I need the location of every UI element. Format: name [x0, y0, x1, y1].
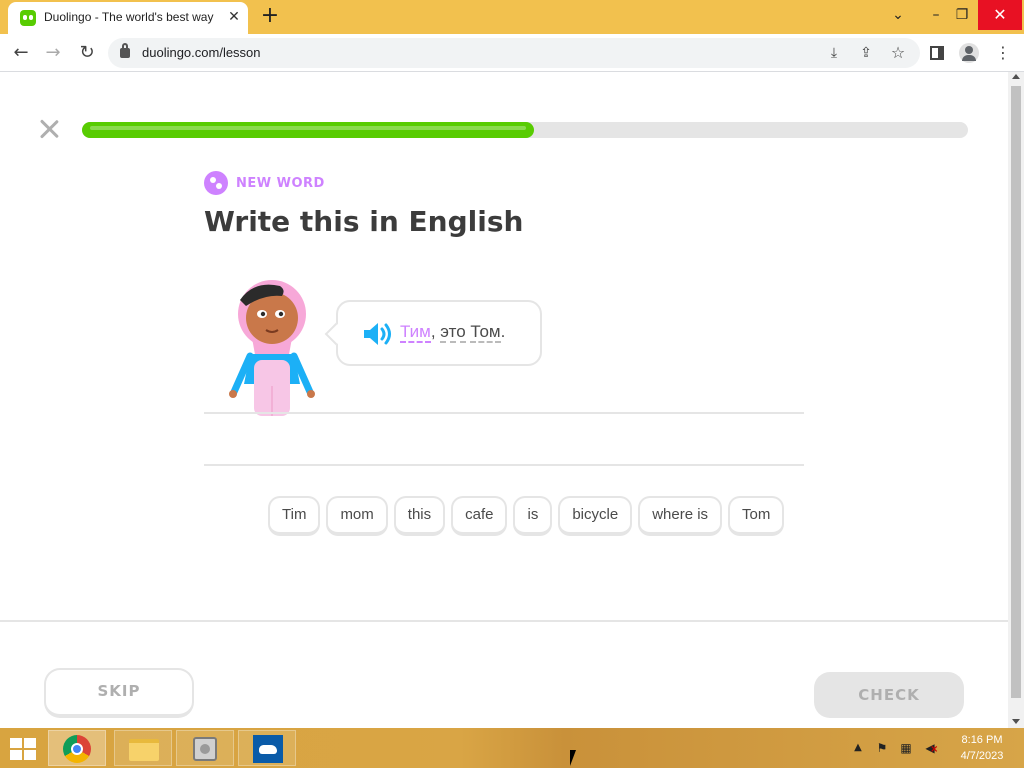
system-clock[interactable]: 8:16 PM 4/7/2023 — [950, 732, 1014, 764]
app-icon — [193, 737, 217, 761]
profile-avatar-icon[interactable] — [958, 42, 980, 64]
lesson-page: NEW WORD Write this in English Тим, это … — [0, 72, 1008, 728]
word-tile[interactable]: Tim — [268, 496, 321, 536]
prompt-word-new[interactable]: Тим — [400, 322, 431, 343]
skip-button[interactable]: SKIP — [44, 668, 194, 718]
window-close-button[interactable]: ✕ — [978, 0, 1022, 30]
lesson-progress-fill — [82, 122, 534, 138]
new-tab-button[interactable]: + — [258, 5, 282, 29]
word-tile[interactable]: cafe — [451, 496, 508, 536]
show-hidden-icons-icon[interactable]: ▲ — [850, 740, 866, 756]
word-tile[interactable]: mom — [326, 496, 388, 536]
windows-taskbar: ▲ ⚑ ▦ ◀ 8:16 PM 4/7/2023 — [0, 728, 1024, 768]
onedrive-cloud-icon — [253, 735, 283, 763]
prompt-word[interactable]: Том — [470, 322, 501, 343]
tab-search-icon[interactable]: ⌄ — [882, 0, 914, 30]
chrome-menu-icon[interactable]: ⋮ — [992, 42, 1014, 64]
prompt-word[interactable]: это — [440, 322, 466, 343]
clock-date: 4/7/2023 — [960, 750, 1004, 762]
reload-button[interactable]: ↻ — [74, 40, 100, 66]
windows-start-icon[interactable] — [6, 736, 38, 760]
check-button[interactable]: CHECK — [814, 672, 964, 718]
prompt-speech-bubble: Тим, это Том. — [336, 300, 542, 366]
browser-tab-duolingo[interactable]: Duolingo - The world's best way ✕ — [8, 2, 248, 34]
answer-line — [204, 464, 804, 466]
taskbar-file-explorer[interactable] — [114, 730, 172, 766]
bookmark-star-icon[interactable]: ☆ — [888, 43, 908, 63]
new-word-badge: NEW WORD — [236, 176, 325, 191]
mouse-cursor-icon — [570, 750, 576, 766]
restore-button[interactable]: ❐ — [946, 0, 978, 30]
taskbar-chrome[interactable] — [48, 730, 106, 766]
taskbar-app[interactable] — [176, 730, 234, 766]
character-illustration — [229, 280, 315, 416]
prompt-sentence: Тим, это Том. — [400, 322, 506, 343]
share-icon[interactable]: ⇪ — [856, 43, 876, 63]
word-tile[interactable]: where is — [638, 496, 723, 536]
word-tile[interactable]: is — [513, 496, 553, 536]
close-lesson-icon[interactable] — [38, 118, 60, 140]
challenge-instruction: Write this in English — [204, 205, 524, 238]
back-button[interactable]: ← — [8, 40, 34, 66]
speaker-icon[interactable] — [362, 320, 394, 348]
folder-icon — [129, 739, 159, 761]
word-tile[interactable]: this — [393, 496, 446, 536]
volume-muted-icon[interactable]: ◀ — [922, 740, 938, 758]
prompt-period: . — [500, 322, 506, 341]
scroll-up-arrow-icon[interactable] — [1012, 74, 1020, 79]
footer-divider — [0, 620, 1008, 622]
page-scrollbar[interactable] — [1008, 72, 1024, 728]
scroll-down-arrow-icon[interactable] — [1012, 719, 1020, 724]
answer-line — [204, 412, 804, 414]
tab-title: Duolingo - The world's best way — [44, 10, 214, 24]
side-panel-icon[interactable] — [926, 42, 948, 64]
lesson-progress-bar — [82, 122, 968, 138]
forward-button[interactable]: → — [40, 40, 66, 66]
browser-titlebar: Duolingo - The world's best way ✕ + ⌄ – … — [0, 0, 1024, 34]
chrome-icon — [63, 735, 91, 763]
word-tile[interactable]: Tom — [728, 496, 785, 536]
word-tile[interactable]: bicycle — [558, 496, 633, 536]
taskbar-onedrive[interactable] — [238, 730, 296, 766]
new-word-icon — [204, 171, 228, 195]
address-bar[interactable]: duolingo.com/lesson ⤓ ⇪ ☆ — [108, 38, 920, 68]
action-center-flag-icon[interactable]: ⚑ — [874, 740, 890, 756]
clock-time: 8:16 PM — [961, 734, 1003, 746]
lock-icon[interactable] — [120, 43, 130, 58]
prompt-comma: , — [430, 322, 436, 341]
url-text[interactable]: duolingo.com/lesson — [142, 45, 261, 60]
install-app-icon[interactable]: ⤓ — [824, 43, 844, 63]
word-bank: Tim mom this cafe is bicycle where is To… — [268, 496, 785, 536]
browser-toolbar: ← → ↻ duolingo.com/lesson ⤓ ⇪ ☆ ⋮ — [0, 34, 1024, 72]
network-icon[interactable]: ▦ — [898, 740, 914, 756]
tab-close-icon[interactable]: ✕ — [226, 9, 242, 25]
scroll-thumb[interactable] — [1011, 86, 1021, 698]
duolingo-favicon-icon — [20, 10, 36, 26]
